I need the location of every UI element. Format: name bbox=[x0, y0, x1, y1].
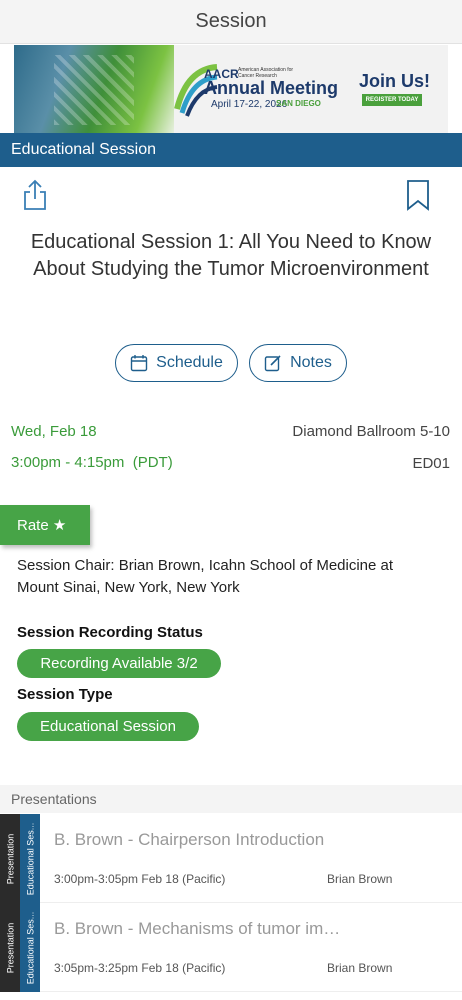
session-time: 3:00pm - 4:15pm (PDT) bbox=[11, 454, 173, 471]
presentation-tab-label: Presentation bbox=[5, 833, 16, 884]
share-icon bbox=[24, 179, 46, 210]
presentations-header: Presentations bbox=[0, 785, 462, 813]
presentation-time: 3:00pm-3:05pm Feb 18 (Pacific) bbox=[54, 872, 226, 886]
recording-status-badge[interactable]: Recording Available 3/2 bbox=[17, 649, 221, 678]
banner-city: SAN DIEGO bbox=[276, 99, 321, 108]
session-type-tab-label: Educational Ses... bbox=[25, 822, 36, 895]
session-title: Educational Session 1: All You Need to K… bbox=[30, 231, 432, 280]
top-bar: Session bbox=[0, 0, 462, 44]
bookmark-button[interactable] bbox=[403, 178, 433, 212]
presentation-tab: Presentation bbox=[0, 814, 20, 903]
session-type-value: Educational Session bbox=[40, 718, 176, 735]
session-date: Wed, Feb 18 bbox=[11, 423, 97, 440]
rate-button[interactable]: Rate ★ bbox=[0, 505, 90, 545]
session-type-label: Session Type bbox=[17, 686, 113, 703]
notes-button[interactable]: Notes bbox=[249, 344, 347, 382]
recording-status-label: Session Recording Status bbox=[17, 624, 203, 641]
presentation-time: 3:05pm-3:25pm Feb 18 (Pacific) bbox=[54, 961, 226, 975]
session-code: ED01 bbox=[412, 455, 450, 472]
schedule-button[interactable]: Schedule bbox=[115, 344, 238, 382]
schedule-label: Schedule bbox=[156, 354, 223, 371]
bookmark-icon bbox=[407, 180, 429, 211]
rate-label: Rate ★ bbox=[17, 517, 67, 534]
session-location: Diamond Ballroom 5-10 bbox=[292, 423, 450, 440]
banner-cta: Join Us! bbox=[359, 71, 431, 91]
banner-event: Annual Meeting bbox=[204, 78, 338, 98]
presentation-item[interactable]: Presentation Educational Ses... B. Brown… bbox=[0, 903, 462, 992]
category-label: Educational Session bbox=[11, 141, 156, 158]
session-chair: Session Chair: Brian Brown, Icahn School… bbox=[17, 557, 394, 596]
banner-image bbox=[14, 45, 174, 133]
recording-status-value: Recording Available 3/2 bbox=[40, 655, 198, 672]
notes-label: Notes bbox=[290, 354, 332, 371]
presentation-tab-label: Presentation bbox=[5, 922, 16, 973]
presentation-speaker: Brian Brown bbox=[327, 961, 393, 975]
edit-note-icon bbox=[264, 355, 281, 372]
category-bar: Educational Session bbox=[0, 133, 462, 167]
session-type-tab: Educational Ses... bbox=[20, 814, 40, 903]
meeting-banner[interactable]: AACR American Association for Cancer Res… bbox=[14, 45, 448, 133]
session-type-tab-label: Educational Ses... bbox=[25, 911, 36, 984]
presentations-header-label: Presentations bbox=[11, 791, 97, 807]
presentation-speaker: Brian Brown bbox=[327, 872, 393, 886]
session-type-badge[interactable]: Educational Session bbox=[17, 712, 199, 741]
presentation-title: B. Brown - Mechanisms of tumor im… bbox=[54, 919, 341, 938]
calendar-icon bbox=[130, 355, 148, 372]
presentation-tab: Presentation bbox=[0, 903, 20, 992]
presentation-title: B. Brown - Chairperson Introduction bbox=[54, 830, 325, 849]
page-title: Session bbox=[195, 10, 267, 32]
share-button[interactable] bbox=[20, 178, 50, 212]
session-type-tab: Educational Ses... bbox=[20, 903, 40, 992]
presentation-item[interactable]: Presentation Educational Ses... B. Brown… bbox=[0, 814, 462, 903]
register-button[interactable]: REGISTER TODAY bbox=[362, 94, 422, 106]
